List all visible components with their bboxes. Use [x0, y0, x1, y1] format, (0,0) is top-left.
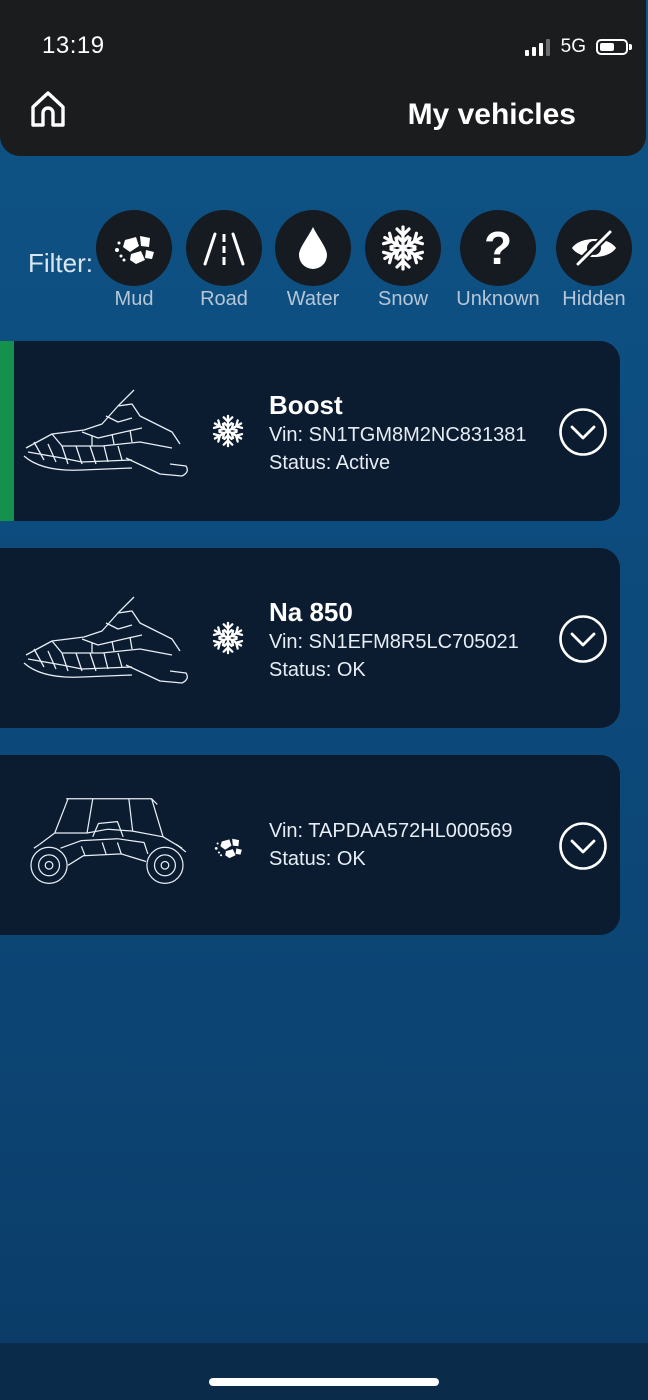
battery-icon [596, 39, 632, 55]
snowflake-icon [211, 414, 245, 448]
cellular-signal-icon [524, 38, 553, 56]
vehicle-status: Status: OK [269, 848, 366, 870]
status-indicators: 5G [524, 34, 632, 60]
filter-unknown-button[interactable]: ? Unknown [450, 210, 546, 311]
network-type: 5G [560, 36, 586, 57]
vehicle-card[interactable]: Na 850 Vin: SN1EFM8R5LC705021 Status: OK [0, 548, 620, 728]
filter-snow-label: Snow [377, 288, 429, 310]
vehicle-name: Boost [269, 390, 343, 420]
vehicle-status: Status: OK [269, 659, 366, 681]
vehicle-info: Vin: TAPDAA572HL000569 Status: OK [269, 817, 513, 873]
snowflake-icon [211, 621, 245, 655]
side-by-side-utv-image [30, 798, 187, 884]
vehicle-card[interactable]: Boost Vin: SN1TGM8M2NC831381 Status: Act… [0, 341, 620, 521]
vehicle-name: Na 850 [269, 597, 353, 627]
snowmobile-image [23, 596, 188, 684]
question-mark-icon: ? [483, 222, 513, 274]
filter-road-label: Road [200, 288, 248, 310]
vehicle-vin: Vin: SN1EFM8R5LC705021 [269, 631, 519, 653]
mud-icon [115, 236, 154, 264]
filter-water-label: Water [286, 288, 340, 310]
filter-road-button[interactable]: Road [176, 210, 272, 311]
vehicle-card[interactable]: Vin: TAPDAA572HL000569 Status: OK [0, 755, 620, 935]
filter-water-button[interactable]: Water [265, 210, 361, 311]
home-indicator-bar[interactable] [209, 1378, 439, 1386]
water-drop-icon [299, 227, 327, 269]
vehicle-vin: Vin: SN1TGM8M2NC831381 [269, 424, 527, 446]
vehicle-status: Status: Active [269, 452, 391, 474]
chevron-down-icon[interactable] [558, 614, 608, 664]
filter-mud-button[interactable]: Mud [86, 210, 182, 311]
vehicle-info: Na 850 Vin: SN1EFM8R5LC705021 Status: OK [269, 596, 519, 684]
app-header: 13:19 5G My vehicles [0, 0, 646, 156]
snowflake-icon [380, 225, 426, 271]
home-icon[interactable] [28, 88, 68, 130]
chevron-down-icon[interactable] [558, 821, 608, 871]
road-icon [203, 232, 245, 266]
vehicle-vin: Vin: TAPDAA572HL000569 [269, 820, 513, 842]
bottom-safe-area [0, 1343, 648, 1400]
filter-hidden-button[interactable]: Hidden [546, 210, 642, 311]
eye-slash-icon [572, 229, 616, 267]
filter-mud-label: Mud [114, 288, 154, 310]
snowmobile-image [23, 389, 188, 477]
filter-snow-button[interactable]: Snow [355, 210, 451, 311]
filter-label: Filter: [28, 248, 93, 278]
chevron-down-icon[interactable] [558, 407, 608, 457]
page-title: My vehicles [407, 98, 576, 131]
vehicle-info: Boost Vin: SN1TGM8M2NC831381 Status: Act… [269, 389, 527, 477]
filter-unknown-label: Unknown [456, 288, 540, 310]
mud-icon [214, 838, 242, 859]
filter-hidden-label: Hidden [562, 288, 626, 310]
status-time: 13:19 [42, 32, 105, 59]
